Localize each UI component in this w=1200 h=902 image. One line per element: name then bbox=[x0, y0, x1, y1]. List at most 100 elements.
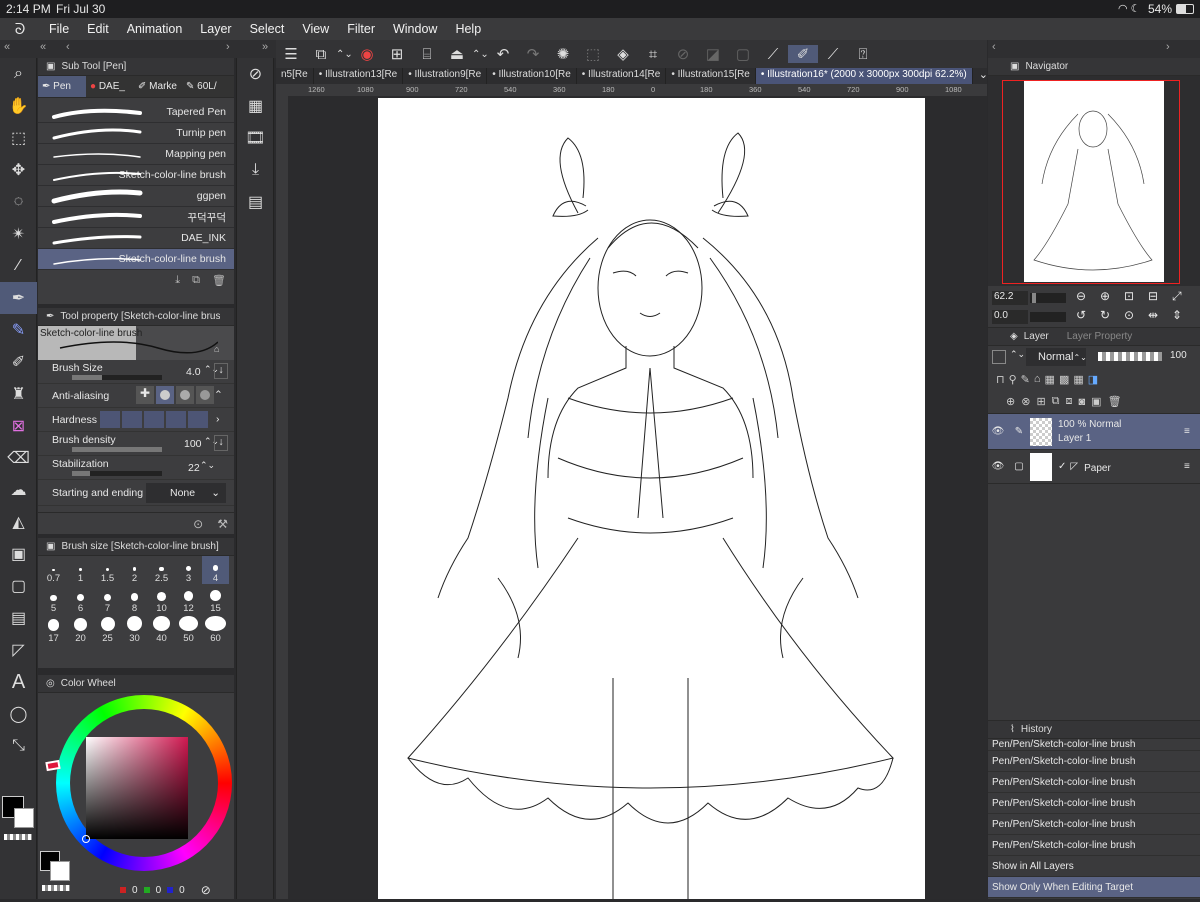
material-icon[interactable]: ▦ bbox=[237, 90, 274, 122]
layer-property-tab[interactable]: Layer Property bbox=[1067, 331, 1133, 342]
select-all-icon[interactable]: ▢ bbox=[728, 45, 758, 63]
redo-icon[interactable]: ↷ bbox=[518, 45, 548, 63]
menu-icon[interactable]: ≡ bbox=[1184, 461, 1200, 472]
brush-size-option[interactable]: 60 bbox=[202, 616, 229, 644]
delete-brush-icon[interactable]: 🗑 bbox=[212, 274, 226, 287]
menu-layer[interactable]: Layer bbox=[191, 22, 240, 36]
sub-color-chip[interactable] bbox=[50, 861, 70, 881]
new-vector-layer-icon[interactable]: ⊗ bbox=[1021, 395, 1030, 408]
brush-size-option[interactable]: 50 bbox=[175, 616, 202, 644]
tab-illustration10[interactable]: • Illustration10[Re bbox=[487, 68, 577, 84]
group-marker-tab[interactable]: ✐ Marke bbox=[134, 76, 182, 97]
stepper-icon[interactable]: ⌃⌄ bbox=[472, 49, 489, 60]
group-pen-tab[interactable]: ✒ Pen bbox=[38, 76, 86, 97]
flip-vertical-icon[interactable]: ⇕ bbox=[1172, 308, 1182, 322]
gradient-icon[interactable]: ▣ bbox=[0, 538, 37, 570]
brush-size-option[interactable]: 4 bbox=[202, 556, 229, 584]
delete-layer-icon[interactable]: 🗑 bbox=[1108, 395, 1122, 408]
operation-tool-icon[interactable]: ⬚ bbox=[0, 122, 37, 154]
hardness-level-2[interactable] bbox=[122, 411, 142, 428]
draft-icon[interactable]: ✎ bbox=[1021, 373, 1030, 386]
brush-item[interactable]: Sketch-color-line brush bbox=[38, 249, 234, 270]
merge-icon[interactable]: ⧈ bbox=[1066, 395, 1073, 408]
history-item[interactable]: Pen/Pen/Sketch-color-line brush bbox=[988, 835, 1200, 856]
invert-selection-icon[interactable]: ◪ bbox=[698, 45, 728, 63]
sub-color-swatch[interactable] bbox=[14, 808, 34, 828]
brush-size-option[interactable]: 12 bbox=[175, 586, 202, 614]
brush-item[interactable]: Sketch-color-line brush bbox=[38, 165, 234, 186]
actual-size-icon[interactable]: ⊟ bbox=[1148, 289, 1158, 303]
group-dae-tab[interactable]: ● DAE_ bbox=[86, 76, 134, 97]
rotate-left-icon[interactable]: ↺ bbox=[1076, 308, 1086, 322]
undo-icon[interactable]: ↶ bbox=[488, 45, 518, 63]
collapse-left-icon[interactable]: « bbox=[4, 41, 10, 53]
tab-illustration9[interactable]: • Illustration9[Re bbox=[403, 68, 488, 84]
load-brush-icon[interactable]: ⤓ bbox=[175, 274, 180, 287]
color-icon[interactable]: ◨ bbox=[1088, 373, 1098, 386]
menu-help[interactable]: Help bbox=[446, 22, 490, 36]
zoom-in-icon[interactable]: ⊕ bbox=[1100, 289, 1110, 303]
chevron-right-icon[interactable]: › bbox=[226, 41, 230, 53]
navigator-toggle-icon[interactable]: ⊘ bbox=[237, 58, 274, 90]
lasso-icon[interactable]: ◌ bbox=[0, 186, 37, 218]
brush-density-value[interactable]: 100 bbox=[184, 438, 202, 450]
chevron-right-icon[interactable]: › bbox=[1166, 41, 1170, 53]
transform-icon[interactable]: ⬚ bbox=[578, 45, 608, 63]
wrench-icon[interactable]: ⚒ bbox=[217, 517, 228, 531]
decoration-icon[interactable]: ⊠ bbox=[0, 410, 37, 442]
flip-horizontal-icon[interactable]: ⇹ bbox=[1148, 308, 1158, 322]
brush-size-option[interactable]: 1 bbox=[67, 556, 94, 584]
stabilization-value[interactable]: 22 bbox=[188, 462, 200, 474]
reset-icon[interactable]: ⊙ bbox=[193, 517, 203, 531]
chevron-right-icon[interactable]: › bbox=[216, 413, 220, 425]
drawing-canvas[interactable] bbox=[378, 98, 925, 899]
zoom-out-icon[interactable]: ⊖ bbox=[1076, 289, 1086, 303]
fill-bucket-icon[interactable]: ◈ bbox=[608, 45, 638, 63]
brush-size-option[interactable]: 15 bbox=[202, 586, 229, 614]
new-file-icon[interactable]: ⊞ bbox=[382, 45, 412, 63]
rotate-right-icon[interactable]: ↻ bbox=[1100, 308, 1110, 322]
transparent-swatch[interactable] bbox=[4, 834, 32, 840]
brush-tool-icon[interactable]: ✐ bbox=[0, 346, 37, 378]
tab-illustration16[interactable]: • Illustration16* (2000 x 3000px 300dpi … bbox=[755, 68, 973, 84]
text-tool-icon[interactable]: A bbox=[0, 666, 37, 698]
new-raster-layer-icon[interactable]: ⊕ bbox=[1006, 395, 1015, 408]
smooth-stroke-icon[interactable]: ✐ bbox=[788, 45, 818, 63]
zoom-tool-icon[interactable]: ⌕ bbox=[0, 58, 37, 90]
chevron-down-icon[interactable]: ⌄ bbox=[979, 68, 987, 84]
lock-icon[interactable]: ⌂ bbox=[1034, 373, 1041, 385]
rotate-value[interactable]: 0.0 bbox=[992, 310, 1028, 324]
brush-size-option[interactable]: 20 bbox=[67, 616, 94, 644]
sv-picker[interactable] bbox=[82, 835, 90, 843]
airbrush-icon[interactable]: ♜ bbox=[0, 378, 37, 410]
move-layer-icon[interactable]: ✥ bbox=[0, 154, 37, 186]
apply-mask-icon[interactable]: ▣ bbox=[1091, 395, 1101, 408]
brush-size-option[interactable]: 2.5 bbox=[148, 556, 175, 584]
brush-item[interactable]: Tapered Pen bbox=[38, 102, 234, 123]
brush-size-option[interactable]: 1.5 bbox=[94, 556, 121, 584]
brush-size-option[interactable]: 10 bbox=[148, 586, 175, 614]
layer-color-icon[interactable] bbox=[992, 350, 1006, 364]
brush-size-option[interactable]: 7 bbox=[94, 586, 121, 614]
magic-wand-icon[interactable]: ✴ bbox=[0, 218, 37, 250]
color-settings-icon[interactable]: ⊘ bbox=[201, 883, 211, 897]
layer-title[interactable]: Layer bbox=[1024, 331, 1049, 342]
brush-item[interactable]: ggpen bbox=[38, 186, 234, 207]
history-show-all-layers[interactable]: Show in All Layers bbox=[988, 856, 1200, 877]
pencil-tool-icon[interactable]: ✎ bbox=[0, 314, 37, 346]
menu-window[interactable]: Window bbox=[384, 22, 446, 36]
history-show-only-editing[interactable]: Show Only When Editing Target bbox=[988, 877, 1200, 898]
saturation-value-square[interactable] bbox=[86, 737, 188, 839]
hardness-level-5[interactable] bbox=[188, 411, 208, 428]
brush-size-option[interactable]: 25 bbox=[94, 616, 121, 644]
checker-icon[interactable]: ▦ bbox=[1073, 373, 1083, 386]
history-item[interactable]: Pen/Pen/Sketch-color-line brush bbox=[988, 751, 1200, 772]
collapse-left-icon-2[interactable]: « bbox=[40, 41, 46, 53]
history-item[interactable]: Pen/Pen/Sketch-color-line brush bbox=[988, 814, 1200, 835]
eye-icon[interactable]: 👁 bbox=[988, 461, 1008, 472]
aa-weak-icon[interactable] bbox=[156, 386, 174, 404]
transparent-chip[interactable] bbox=[42, 885, 70, 891]
frame-icon[interactable]: ▤ bbox=[0, 602, 37, 634]
expand-right-icon[interactable]: » bbox=[262, 41, 268, 53]
loading-icon[interactable]: ✺ bbox=[548, 45, 578, 63]
